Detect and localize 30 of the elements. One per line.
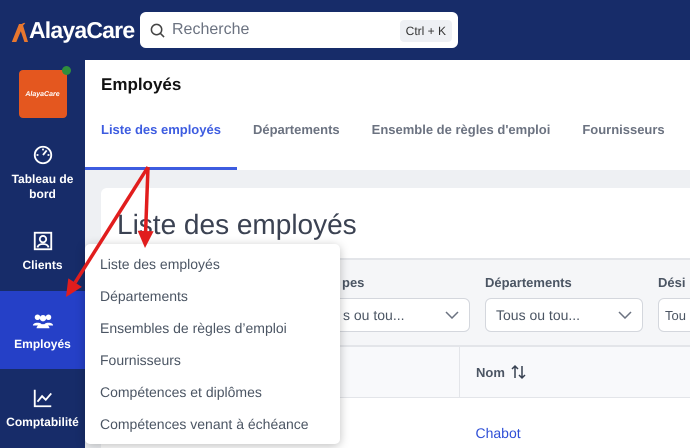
tab[interactable]: Fournisseurs: [566, 122, 681, 170]
search-icon: [150, 23, 165, 38]
column-header[interactable]: Nom: [476, 364, 505, 380]
contact-icon: [32, 230, 54, 252]
menu-item[interactable]: Fournisseurs: [85, 344, 340, 376]
tab[interactable]: Ensemble de règles d'emploi: [356, 122, 566, 170]
chart-icon: [32, 387, 54, 410]
filter-dropdown[interactable]: Tous ou tou...: [485, 298, 643, 332]
chevron-down-icon: [618, 311, 632, 319]
sort-icon[interactable]: [510, 364, 526, 380]
menu-item[interactable]: Compétences venant à échéance: [85, 408, 340, 440]
sidebar-item[interactable]: Tableau de bord: [0, 134, 85, 212]
employee-link[interactable]: Chabot: [476, 425, 521, 441]
tab[interactable]: Liste des employés: [85, 122, 237, 170]
filter-label: pes: [341, 275, 366, 290]
app-logo: AlayaCare: [29, 16, 134, 44]
page-title: Employés: [101, 75, 182, 96]
logo-icon: [10, 22, 28, 44]
chevron-down-icon: [445, 311, 459, 319]
filter-label: Départements: [485, 275, 573, 290]
filter-label: Dési: [658, 275, 686, 290]
menu-item[interactable]: Liste des employés: [85, 248, 340, 280]
tab[interactable]: Départements: [236, 122, 356, 170]
gauge-icon: [32, 144, 54, 166]
sidebar-item[interactable]: Comptabilité: [0, 369, 85, 448]
sidebar-item[interactable]: Employés: [0, 290, 85, 370]
menu-item[interactable]: Compétences et diplômes: [85, 376, 340, 408]
shortcut-hint: Ctrl + K: [400, 20, 452, 42]
sidebar-item[interactable]: Clients: [0, 212, 85, 291]
filter-dropdown[interactable]: Tou: [658, 298, 690, 332]
